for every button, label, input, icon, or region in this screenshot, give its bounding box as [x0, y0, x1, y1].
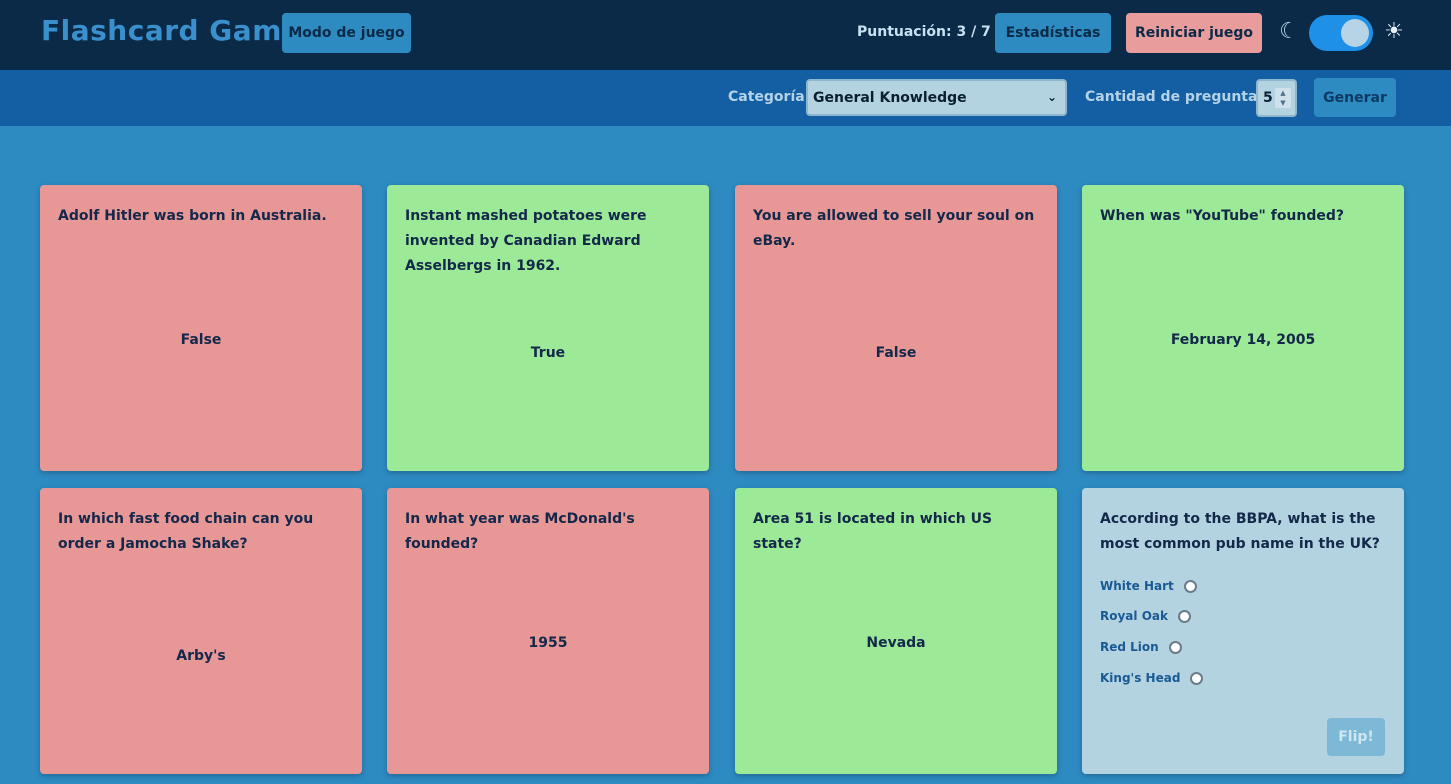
- option-label: Red Lion: [1100, 640, 1159, 654]
- radio-button[interactable]: [1177, 609, 1191, 623]
- card-answer: Arby's: [176, 648, 226, 664]
- score-display: Puntuación: 3 / 7: [857, 24, 991, 40]
- option-label: King's Head: [1100, 671, 1181, 685]
- app-title: Flashcard Game: [41, 14, 302, 47]
- answer-option[interactable]: White Hart: [1100, 579, 1197, 593]
- card-question: Area 51 is located in which US state?: [753, 511, 993, 552]
- flip-button[interactable]: Flip!: [1327, 718, 1385, 756]
- flashcard-active: According to the BBPA, what is the most …: [1082, 488, 1404, 774]
- card-answer: 1955: [528, 635, 568, 651]
- radio-button[interactable]: [1190, 671, 1204, 685]
- toggle-knob: [1341, 19, 1369, 47]
- card-question: In what year was McDonald's founded?: [405, 511, 635, 552]
- card-answer: True: [530, 345, 566, 361]
- answer-option[interactable]: King's Head: [1100, 671, 1204, 685]
- flashcard[interactable]: Area 51 is located in which US state? Ne…: [735, 488, 1057, 774]
- flashcard[interactable]: In which fast food chain can you order a…: [40, 488, 362, 774]
- moon-icon: ☾: [1279, 19, 1299, 44]
- flashcard[interactable]: When was "YouTube" founded? February 14,…: [1082, 185, 1404, 471]
- theme-toggle[interactable]: [1309, 15, 1373, 51]
- radio-button[interactable]: [1183, 579, 1197, 593]
- card-question: According to the BBPA, what is the most …: [1100, 511, 1380, 552]
- card-answer: February 14, 2005: [1170, 332, 1316, 348]
- card-question: In which fast food chain can you order a…: [58, 511, 314, 552]
- radio-button[interactable]: [1168, 640, 1182, 654]
- reset-game-button[interactable]: Reiniciar juego: [1126, 13, 1262, 53]
- card-question: When was "YouTube" founded?: [1100, 208, 1345, 224]
- card-question: Adolf Hitler was born in Australia.: [58, 208, 327, 224]
- statistics-button[interactable]: Estadísticas: [995, 13, 1111, 53]
- sun-icon: ☀: [1384, 19, 1404, 44]
- chevron-down-icon: ⌄: [1046, 90, 1057, 104]
- generate-button[interactable]: Generar: [1314, 78, 1396, 117]
- game-mode-button[interactable]: Modo de juego: [282, 13, 411, 53]
- flashcard[interactable]: Adolf Hitler was born in Australia. Fals…: [40, 185, 362, 471]
- card-answer: False: [875, 345, 917, 361]
- card-question: Instant mashed potatoes were invented by…: [405, 208, 647, 274]
- option-label: White Hart: [1100, 579, 1174, 593]
- card-answer: Nevada: [866, 635, 926, 651]
- answer-option[interactable]: Royal Oak: [1100, 609, 1191, 623]
- option-label: Royal Oak: [1100, 609, 1168, 623]
- category-label: Categoría: [728, 89, 805, 105]
- flashcard[interactable]: You are allowed to sell your soul on eBa…: [735, 185, 1057, 471]
- spinner-icon[interactable]: ▲ ▼: [1275, 88, 1291, 108]
- card-answer: False: [180, 332, 222, 348]
- quantity-label: Cantidad de preguntas: [1085, 89, 1266, 105]
- quantity-stepper[interactable]: 5 ▲ ▼: [1256, 79, 1297, 117]
- category-select[interactable]: General Knowledge ⌄: [806, 79, 1067, 116]
- flashcard[interactable]: In what year was McDonald's founded? 195…: [387, 488, 709, 774]
- category-value: General Knowledge: [813, 89, 967, 106]
- quantity-value: 5: [1263, 90, 1273, 106]
- flashcard[interactable]: Instant mashed potatoes were invented by…: [387, 185, 709, 471]
- answer-option[interactable]: Red Lion: [1100, 640, 1182, 654]
- card-question: You are allowed to sell your soul on eBa…: [753, 208, 1035, 249]
